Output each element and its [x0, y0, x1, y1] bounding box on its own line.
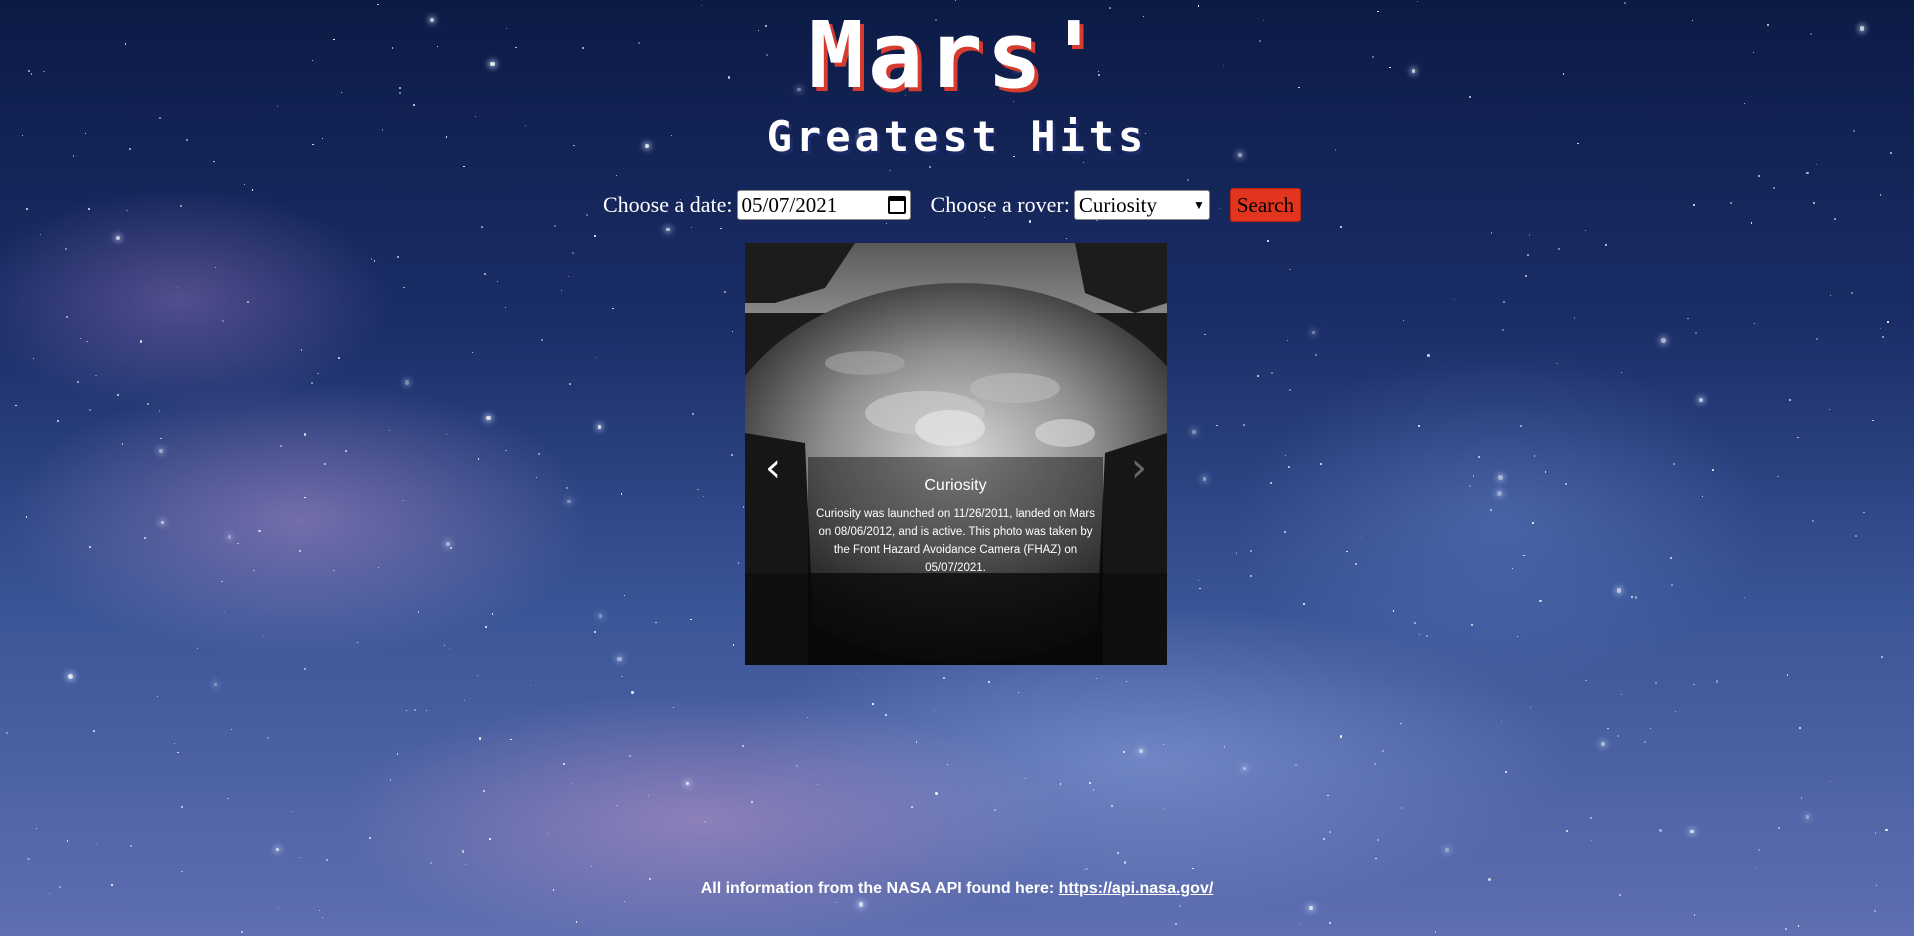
date-label: Choose a date: — [603, 192, 733, 217]
rover-label: Choose a rover: — [930, 192, 1070, 217]
carousel-next-button[interactable]: › — [1119, 443, 1159, 493]
date-value: 05/07/2021 — [741, 192, 838, 217]
search-form: Choose a date: 05/07/2021 Choose a rover… — [603, 188, 1301, 222]
footer-text: All information from the NASA API found … — [700, 880, 1059, 897]
carousel-caption: Curiosity Curiosity was launched on 11/2… — [808, 457, 1103, 665]
rover-select[interactable]: Curiosity ▼ — [1073, 190, 1210, 220]
photo-carousel: ‹ › Curiosity Curiosity was launched on … — [745, 243, 1167, 665]
rover-select-value: Curiosity — [1078, 192, 1158, 217]
caption-title: Curiosity — [924, 477, 987, 494]
carousel-prev-button[interactable]: ‹ — [753, 443, 793, 493]
nasa-api-link[interactable]: https://api.nasa.gov/ — [1059, 880, 1214, 897]
footer: All information from the NASA API found … — [0, 880, 1914, 898]
search-button[interactable]: Search — [1229, 188, 1301, 222]
chevron-down-icon: ▼ — [1192, 197, 1205, 212]
caption-description: Curiosity was launched on 11/26/2011, la… — [816, 508, 1095, 574]
page-subtitle: Greatest Hits — [766, 112, 1148, 161]
calendar-icon[interactable] — [887, 196, 906, 214]
date-input[interactable]: 05/07/2021 — [736, 190, 911, 220]
page-title: Mars' — [808, 2, 1106, 109]
